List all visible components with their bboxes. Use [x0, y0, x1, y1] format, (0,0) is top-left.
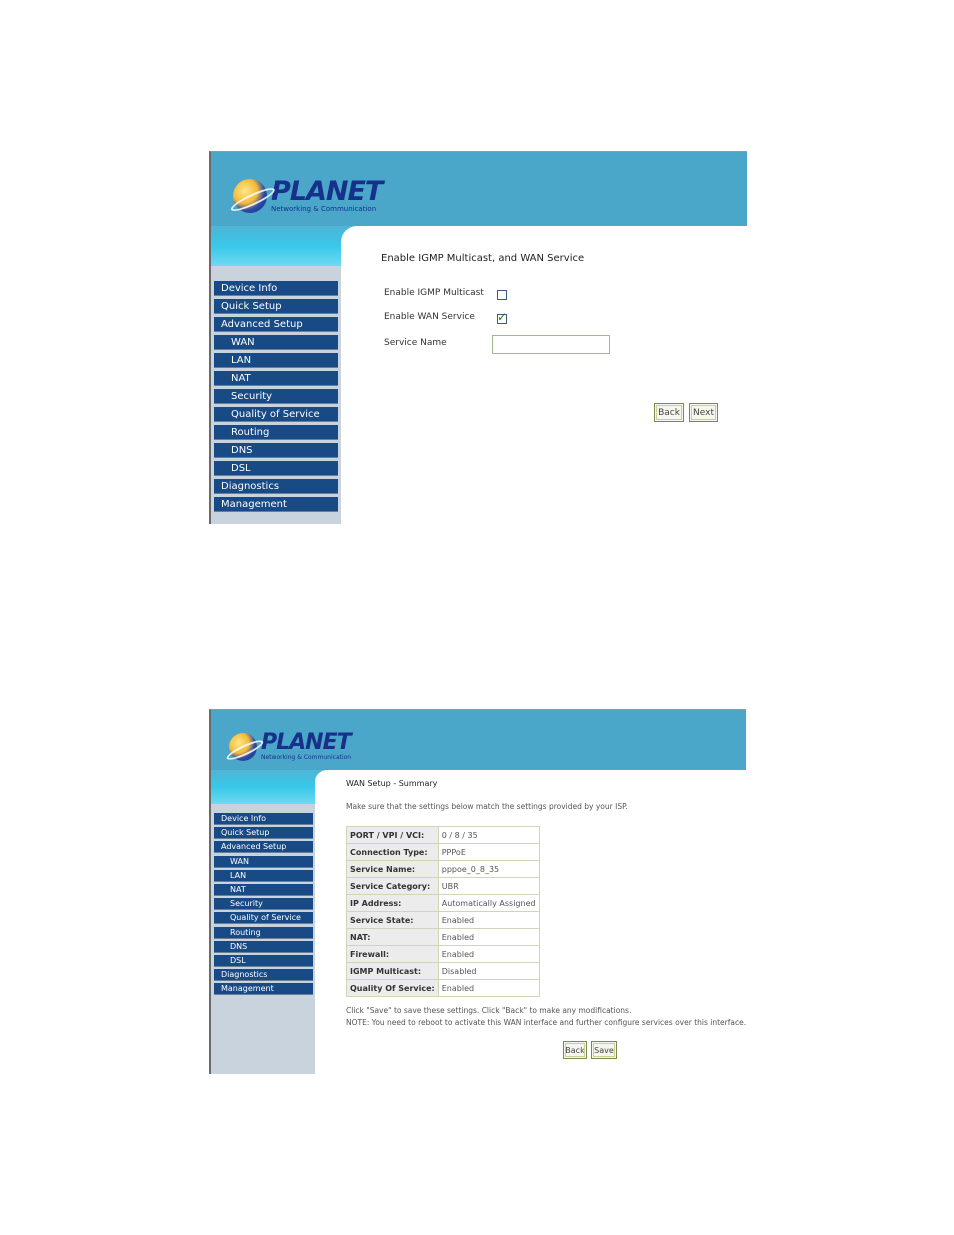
brand-name: PLANET [261, 730, 352, 755]
table-row: Connection Type: PPPoE [346, 843, 540, 861]
table-row: Service Name: pppoe_0_8_35 [346, 860, 540, 878]
menu-item[interactable]: Quick Setup [214, 299, 338, 314]
row-key: Service Name: [346, 860, 439, 878]
menu-item[interactable]: DSL [214, 461, 338, 476]
menu-item[interactable]: DNS [214, 443, 338, 458]
nav-menu: Device Info Quick Setup Advanced Setup WAN L… [214, 281, 338, 515]
row-value: UBR [437, 877, 540, 895]
menu-item[interactable]: Advanced Setup [214, 841, 313, 854]
menu-item[interactable]: Quality of Service [214, 407, 338, 422]
next-button[interactable]: Next [689, 403, 718, 422]
intro-text: Make sure that the settings below match … [346, 802, 628, 811]
table-row: Firewall: Enabled [346, 945, 540, 963]
back-button[interactable]: Back [654, 403, 684, 422]
wan-summary-screenshot: PLANET Networking & Communication Device… [209, 709, 746, 1074]
row-key: IGMP Multicast: [346, 962, 439, 980]
table-row: PORT / VPI / VCI: 0 / 8 / 35 [346, 826, 540, 844]
row-key: IP Address: [346, 894, 439, 912]
service-name-label: Service Name [384, 338, 447, 348]
planet-logo: PLANET Networking & Communication [233, 176, 383, 213]
row-value: PPPoE [437, 843, 540, 861]
menu-item[interactable]: Device Info [214, 813, 313, 825]
row-value: Enabled [437, 979, 540, 997]
row-key: NAT: [346, 928, 439, 946]
menu-item[interactable]: WAN [214, 335, 338, 350]
page-title: WAN Setup - Summary [346, 779, 438, 788]
row-value: Enabled [437, 945, 540, 963]
menu-item[interactable]: Routing [214, 425, 338, 440]
brand-name: PLANET [271, 176, 383, 207]
menu-item[interactable]: Device Info [214, 281, 338, 296]
planet-logo: PLANET Networking & Communication [229, 730, 352, 761]
igmp-multicast-checkbox[interactable] [497, 290, 507, 300]
row-key: Firewall: [346, 945, 439, 963]
row-key: Quality Of Service: [346, 979, 439, 997]
wan-service-checkbox[interactable] [497, 310, 507, 324]
row-value: pppoe_0_8_35 [437, 860, 540, 878]
row-value: Enabled [437, 911, 540, 929]
table-row: Quality Of Service: Enabled [346, 979, 540, 997]
menu-item[interactable]: Security [214, 389, 338, 404]
menu-item[interactable]: NAT [214, 883, 313, 896]
row-key: Service State: [346, 911, 439, 929]
table-row: IP Address: Automatically Assigned [346, 894, 540, 912]
menu-item[interactable]: Quality of Service [214, 912, 313, 925]
menu-item[interactable]: LAN [214, 353, 338, 368]
menu-item[interactable]: NAT [214, 371, 338, 386]
summary-table: PORT / VPI / VCI: 0 / 8 / 35 Connection Ty… [346, 826, 540, 997]
menu-item[interactable]: Security [214, 898, 313, 911]
table-row: NAT: Enabled [346, 928, 540, 946]
globe-icon [229, 732, 257, 761]
row-value: 0 / 8 / 35 [437, 826, 540, 844]
menu-item[interactable]: LAN [214, 869, 313, 882]
brand-tagline: Networking & Communication [271, 205, 377, 213]
wan-service-label: Enable WAN Service [384, 312, 475, 322]
content-panel [341, 226, 747, 524]
menu-item[interactable]: Management [214, 983, 313, 996]
table-row: IGMP Multicast: Disabled [346, 962, 540, 980]
menu-item[interactable]: WAN [214, 855, 313, 868]
reboot-note: NOTE: You need to reboot to activate thi… [346, 1018, 746, 1027]
globe-icon [233, 178, 267, 213]
row-value: Automatically Assigned [437, 894, 540, 912]
menu-item[interactable]: DNS [214, 940, 313, 953]
menu-item[interactable]: Quick Setup [214, 827, 313, 840]
menu-item[interactable]: Management [214, 497, 338, 512]
page-title: Enable IGMP Multicast, and WAN Service [381, 253, 585, 264]
menu-item[interactable]: DSL [214, 954, 313, 967]
back-button[interactable]: Back [563, 1041, 587, 1059]
table-row: Service State: Enabled [346, 911, 540, 929]
service-name-input[interactable] [492, 335, 610, 354]
igmp-multicast-label: Enable IGMP Multicast [384, 288, 484, 298]
save-button[interactable]: Save [591, 1041, 617, 1059]
row-key: PORT / VPI / VCI: [346, 826, 439, 844]
brand-tagline: Networking & Communication [261, 754, 352, 761]
row-value: Enabled [437, 928, 540, 946]
menu-item[interactable]: Routing [214, 926, 313, 939]
save-instructions: Click "Save" to save these settings. Cli… [346, 1006, 632, 1015]
row-key: Service Category: [346, 877, 439, 895]
nav-menu: Device Info Quick Setup Advanced Setup WAN L… [214, 813, 313, 997]
menu-item[interactable]: Diagnostics [214, 479, 338, 494]
menu-item[interactable]: Advanced Setup [214, 317, 338, 332]
menu-item[interactable]: Diagnostics [214, 969, 313, 982]
row-value: Disabled [437, 962, 540, 980]
table-row: Service Category: UBR [346, 877, 540, 895]
row-key: Connection Type: [346, 843, 439, 861]
igmp-wan-service-screenshot: PLANET Networking & Communication Device… [209, 151, 747, 524]
